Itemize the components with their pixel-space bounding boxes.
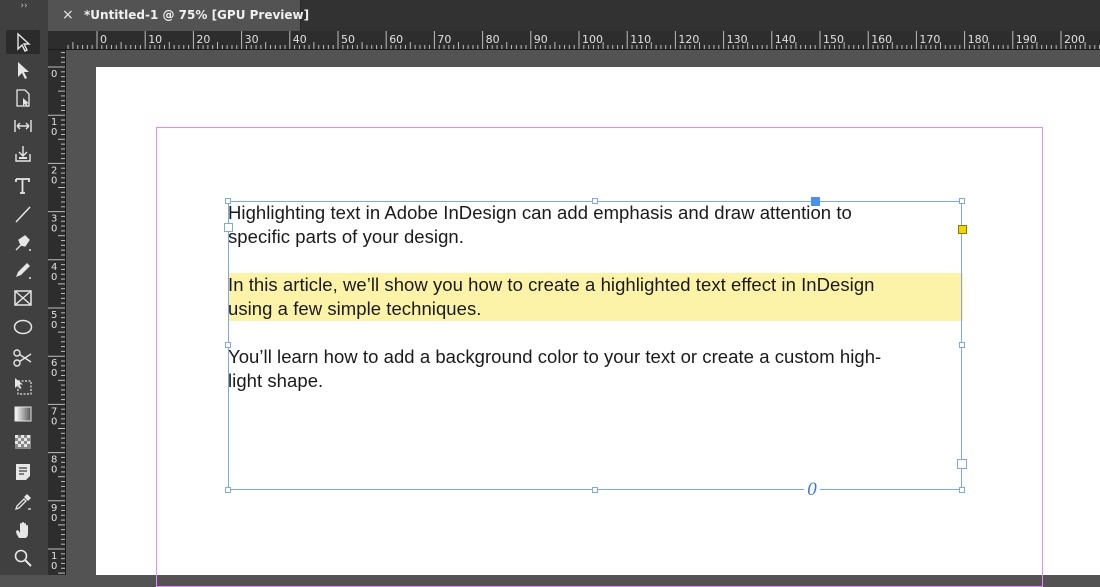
frame-handle-bottom-right[interactable] (959, 487, 965, 493)
ruler-label: 20 (196, 33, 210, 46)
ruler-label: 70 (437, 33, 451, 46)
ruler-label: 90 (534, 33, 548, 46)
ruler-label: 0 (51, 272, 57, 283)
pencil-tool-icon[interactable] (6, 258, 40, 282)
type-tool-icon[interactable] (6, 174, 40, 198)
ruler-label: 0 (51, 127, 57, 138)
ruler-origin[interactable] (48, 31, 66, 50)
hand-tool-icon[interactable] (6, 518, 40, 542)
frame-handle-top-center[interactable] (592, 198, 598, 204)
ruler-label: 0 (51, 561, 57, 572)
ruler-label: 140 (775, 33, 796, 46)
ruler-label: 160 (871, 33, 892, 46)
ruler-label: 40 (293, 33, 307, 46)
ruler-label: 0 (51, 69, 57, 80)
ruler-label: 10 (148, 33, 162, 46)
pen-tool-icon[interactable] (6, 230, 40, 254)
ruler-label: 180 (968, 33, 989, 46)
ruler-label: 0 (51, 175, 57, 186)
ruler-label: 130 (727, 33, 748, 46)
scissors-tool-icon[interactable] (6, 346, 40, 370)
frame-handle-middle-left[interactable] (225, 342, 231, 348)
live-corner-widget[interactable] (958, 225, 967, 234)
horizontal-ruler[interactable]: 0 10 20 30 40 50 60 70 80 90 100 110 120 130 140 150 160… (65, 31, 1100, 50)
text-frame-out-port[interactable] (957, 459, 967, 469)
ruler-label: 120 (678, 33, 699, 46)
ruler-label: 0 (51, 465, 57, 476)
ruler-label: 0 (51, 416, 57, 427)
direct-selection-tool-icon[interactable] (6, 58, 40, 82)
free-transform-tool-icon[interactable] (6, 374, 40, 398)
ruler-label: 190 (1016, 33, 1037, 46)
frame-handle-bottom-center[interactable] (592, 487, 598, 493)
content-grabber-handle[interactable] (811, 197, 820, 206)
document-tab-title[interactable]: *Untitled-1 @ 75% [GPU Preview] (84, 8, 309, 22)
ruler-label: 170 (919, 33, 940, 46)
baseline-indicator: 0 (804, 480, 820, 500)
line-tool-icon[interactable] (6, 202, 40, 226)
frame-handle-top-left[interactable] (225, 198, 231, 204)
gap-tool-icon[interactable] (6, 114, 40, 138)
frame-handle-bottom-left[interactable] (225, 487, 231, 493)
note-tool-icon[interactable] (6, 460, 40, 484)
close-tab-icon[interactable]: × (62, 6, 74, 24)
ruler-label: 0 (100, 33, 107, 46)
ruler-label: 0 (51, 368, 57, 379)
ruler-label: 150 (823, 33, 844, 46)
rectangle-frame-tool-icon[interactable] (6, 286, 40, 310)
ruler-label: 50 (341, 33, 355, 46)
panel-grip[interactable]: ›› (0, 0, 48, 26)
zoom-tool-icon[interactable] (6, 546, 40, 570)
ruler-label: 30 (245, 33, 259, 46)
document-tab[interactable]: × *Untitled-1 @ 75% [GPU Preview] (48, 0, 309, 31)
content-collector-tool-icon[interactable] (6, 142, 40, 166)
page-tool-icon[interactable] (6, 86, 40, 110)
ruler-label: 80 (486, 33, 500, 46)
text-frame-in-port[interactable] (224, 223, 233, 232)
ruler-label: 110 (630, 33, 651, 46)
ruler-label: 0 (51, 320, 57, 331)
ruler-label: 60 (389, 33, 403, 46)
gradient-feather-tool-icon[interactable] (6, 430, 40, 454)
document-tab-bar: × *Untitled-1 @ 75% [GPU Preview] (48, 0, 1100, 31)
frame-handle-middle-right[interactable] (959, 342, 965, 348)
ruler-label: 200 (1064, 33, 1085, 46)
ruler-label: 0 (51, 513, 57, 524)
ellipse-tool-icon[interactable] (6, 314, 40, 338)
ruler-label: 0 (51, 224, 57, 235)
selection-tool-icon[interactable] (6, 30, 40, 54)
ruler-label: 100 (582, 33, 603, 46)
frame-handle-top-right[interactable] (959, 198, 965, 204)
gradient-swatch-tool-icon[interactable] (6, 402, 40, 426)
text-frame-bounds[interactable] (228, 201, 962, 490)
vertical-ruler[interactable]: 010203040506070809010 (48, 50, 66, 575)
eyedropper-tool-icon[interactable] (6, 490, 40, 514)
tools-panel: ›› (0, 0, 49, 575)
